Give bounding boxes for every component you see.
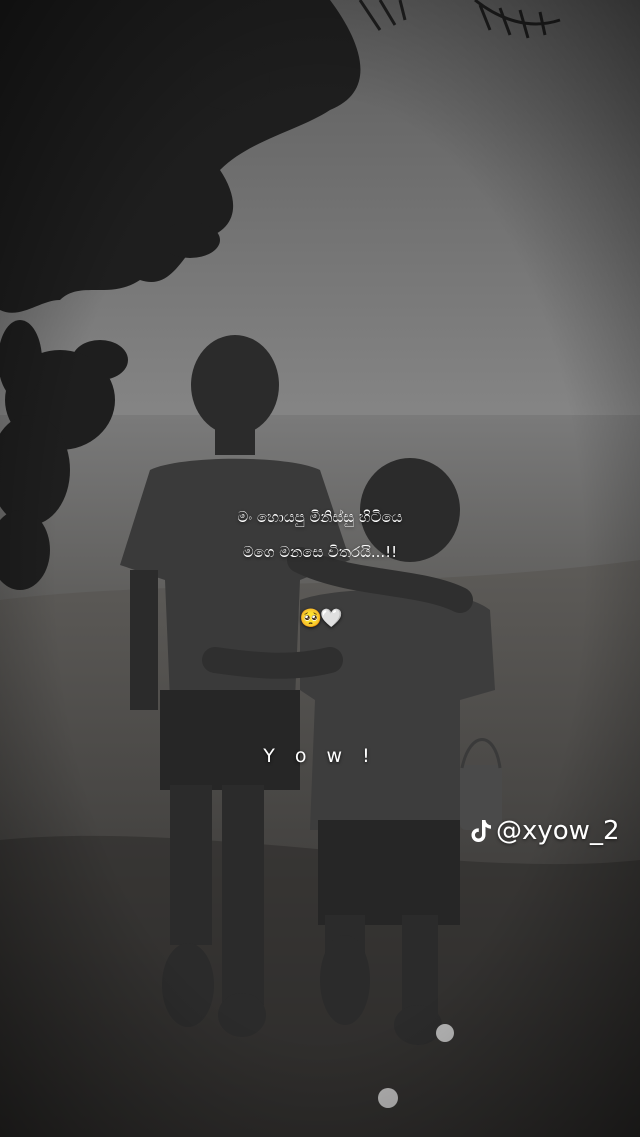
photo-background xyxy=(0,0,640,1137)
signature-text: Y o w ! xyxy=(263,745,377,767)
caption-emoji: 🥺🤍 xyxy=(299,608,343,629)
caption-line-1: මං හොයපු මිනිස්සු හිටියෙ xyxy=(237,508,403,526)
video-frame: මං හොයපු මිනිස්සු හිටියෙ මගෙ මනසෙ විතරයි… xyxy=(0,0,640,1137)
tiktok-watermark[interactable]: @xyow_2 xyxy=(470,816,620,846)
tiktok-icon xyxy=(471,820,491,842)
watermark-handle: @xyow_2 xyxy=(496,816,620,846)
caption-line-2: මගෙ මනසෙ විතරයි...!! xyxy=(242,543,398,561)
